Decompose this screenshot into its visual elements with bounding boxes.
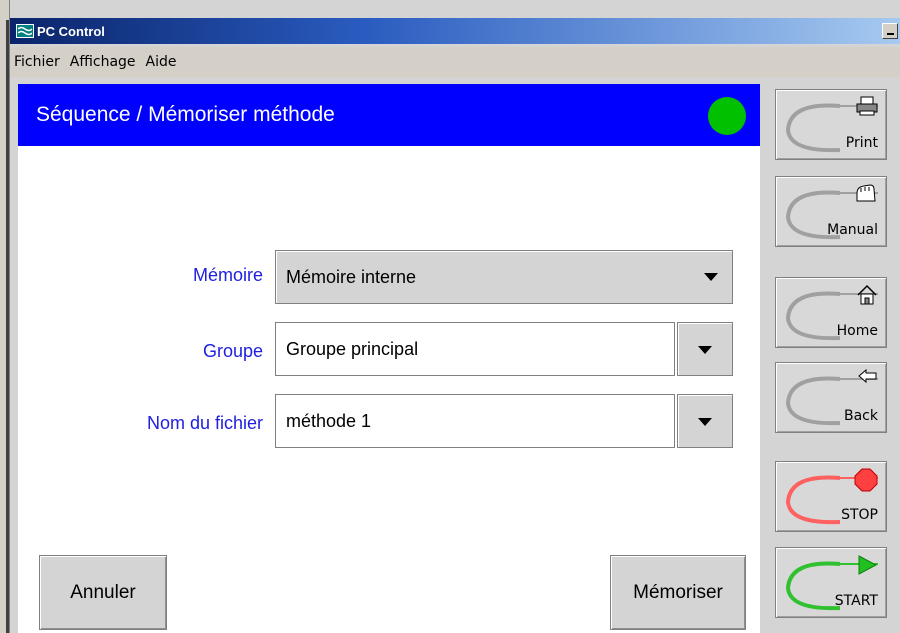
start-button[interactable]: START	[775, 547, 887, 618]
stop-button[interactable]: STOP	[775, 461, 887, 532]
printer-icon	[856, 96, 878, 116]
app-icon	[16, 24, 34, 38]
window-title: PC Control	[37, 23, 105, 39]
back-button[interactable]: Back	[775, 362, 887, 433]
manual-button[interactable]: Manual	[775, 176, 887, 247]
menu-aide[interactable]: Aide	[144, 54, 183, 70]
window-frame	[0, 0, 10, 633]
fichier-dropdown-button[interactable]	[677, 394, 733, 448]
sidebar: Print Manual Home Back STOP START	[763, 84, 900, 633]
page-header: Séquence / Mémoriser méthode	[18, 84, 760, 146]
memoire-label: Mémoire	[192, 265, 263, 285]
chevron-down-icon	[698, 346, 712, 354]
print-label: Print	[845, 135, 878, 151]
main-panel: Séquence / Mémoriser méthode Mémoire Mém…	[18, 84, 760, 633]
stop-label: STOP	[841, 507, 878, 523]
chevron-down-icon	[704, 273, 718, 281]
groupe-value: Groupe principal	[286, 338, 419, 359]
print-button[interactable]: Print	[775, 89, 887, 160]
home-button[interactable]: Home	[775, 277, 887, 348]
memoire-select[interactable]: Mémoire interne	[275, 250, 733, 304]
home-label: Home	[836, 323, 878, 339]
groupe-field[interactable]: Groupe principal	[275, 322, 675, 376]
menu-fichier[interactable]: Fichier	[12, 54, 66, 70]
play-icon	[858, 555, 878, 575]
hand-icon	[856, 184, 876, 202]
menu-affichage[interactable]: Affichage	[68, 54, 142, 70]
memoire-value: Mémoire interne	[286, 266, 417, 287]
page-title: Séquence / Mémoriser méthode	[36, 103, 335, 126]
start-label: START	[834, 593, 878, 609]
chevron-down-icon	[698, 418, 712, 426]
groupe-label: Groupe	[202, 341, 263, 361]
home-icon	[857, 284, 877, 305]
fichier-label: Nom du fichier	[146, 413, 263, 433]
minimize-button[interactable]	[882, 23, 898, 39]
stop-icon	[854, 468, 878, 492]
back-arrow-icon	[858, 369, 877, 383]
groupe-dropdown-button[interactable]	[677, 322, 733, 376]
fichier-value: méthode 1	[286, 410, 372, 431]
cancel-button[interactable]: Annuler	[39, 555, 167, 630]
title-bar: PC Control	[10, 18, 900, 44]
manual-label: Manual	[827, 222, 878, 238]
status-indicator	[708, 97, 746, 135]
back-label: Back	[844, 408, 878, 424]
save-button[interactable]: Mémoriser	[610, 555, 746, 630]
menu-bar: Fichier Affichage Aide	[10, 47, 900, 77]
fichier-field[interactable]: méthode 1	[275, 394, 675, 448]
